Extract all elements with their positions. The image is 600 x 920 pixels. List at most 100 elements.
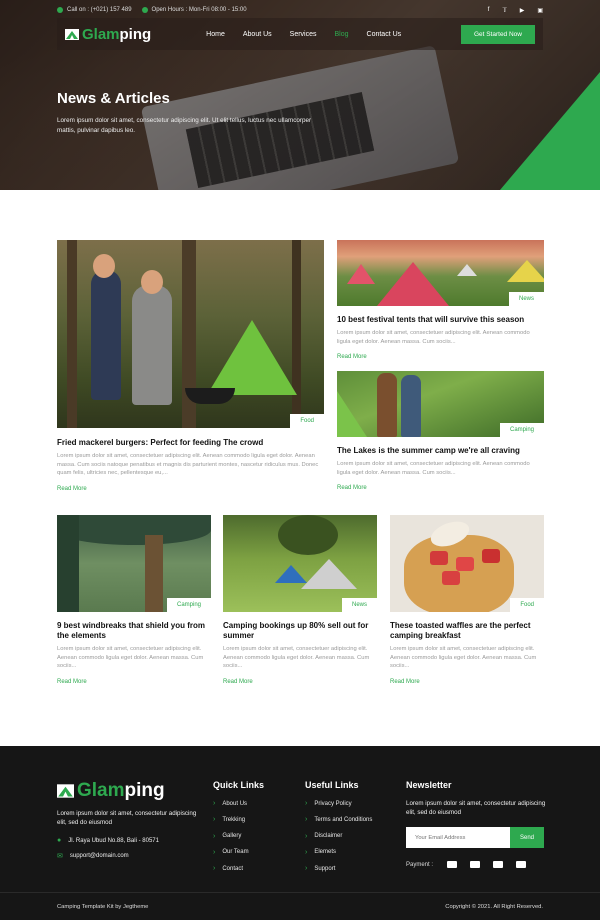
- footer-link-label: Our Team: [222, 849, 249, 856]
- post-card-big[interactable]: Food Fried mackerel burgers: Perfect for…: [57, 240, 324, 492]
- chevron-right-icon: ›: [305, 800, 308, 807]
- post-excerpt: Lorem ipsum dolor sit amet, consectetuer…: [57, 646, 204, 670]
- footer-link-support[interactable]: › Support: [305, 865, 372, 872]
- read-more-link[interactable]: Read More: [390, 679, 544, 685]
- footer-link-terms[interactable]: › Terms and Conditions: [305, 816, 372, 823]
- post-tag-news[interactable]: News: [341, 598, 377, 612]
- useful-links-heading: Useful Links: [305, 780, 359, 790]
- logo-text-glam: Glam: [77, 780, 125, 801]
- footer-link-trekking[interactable]: › Trekking: [213, 816, 264, 823]
- chevron-right-icon: ›: [305, 832, 308, 840]
- footer-quick-links: Quick Links › About Us › Trekking › Gallery…: [213, 780, 264, 881]
- post-title[interactable]: The Lakes is the summer camp we're all c…: [337, 446, 544, 456]
- page-title: News & Articles: [57, 90, 170, 107]
- footer-address-text: Jl. Raya Ubud No.88, Bali - 80571: [68, 837, 159, 844]
- footer-link-label: Trekking: [222, 816, 246, 823]
- post-tag-food[interactable]: Food: [510, 598, 544, 612]
- footer-email[interactable]: ✉ support@domain.com: [57, 852, 197, 860]
- newsletter-form: Send: [406, 827, 546, 848]
- footer-logo[interactable]: Glam ping: [57, 780, 197, 802]
- post-tag-camping[interactable]: Camping: [499, 423, 544, 437]
- read-more-link[interactable]: Read More: [337, 354, 544, 360]
- phone-icon: [57, 7, 63, 13]
- footer-link-label: Elemets: [314, 849, 337, 856]
- post-image-bbq[interactable]: Food: [57, 240, 324, 428]
- post-card-row-2[interactable]: News Camping bookings up 80% sell out fo…: [223, 515, 377, 685]
- footer-link-label: Support: [314, 865, 336, 872]
- post-title[interactable]: 10 best festival tents that will survive…: [337, 315, 544, 325]
- read-more-link[interactable]: Read More: [223, 679, 377, 685]
- post-card-row-1[interactable]: Camping 9 best windbreaks that shield yo…: [57, 515, 211, 685]
- tent-logo-icon: [65, 28, 79, 40]
- amex-icon: [493, 861, 504, 868]
- newsletter-description: Lorem ipsum dolor sit amet, consectetur …: [406, 800, 546, 816]
- logo-text-glam: Glam: [82, 25, 120, 43]
- footer-link-privacy[interactable]: › Privacy Policy: [305, 800, 372, 807]
- nav-item-blog[interactable]: Blog: [335, 31, 349, 38]
- chevron-right-icon: ›: [213, 800, 216, 807]
- post-tag-news[interactable]: News: [508, 292, 544, 306]
- footer-link-disclaimer[interactable]: › Disclaimer: [305, 833, 372, 840]
- post-title[interactable]: These toasted waffles are the perfect ca…: [390, 621, 544, 641]
- nav-menu: Home About Us Services Blog Contact Us: [206, 31, 401, 38]
- topbar: Call on : (+021) 157 489 Open Hours : Mo…: [57, 4, 543, 16]
- instagram-icon[interactable]: ▣: [537, 7, 543, 14]
- footer-useful-links: Useful Links › Privacy Policy › Terms and …: [305, 780, 372, 881]
- read-more-link[interactable]: Read More: [57, 679, 211, 685]
- post-title[interactable]: 9 best windbreaks that shield you from t…: [57, 621, 211, 641]
- post-tag-camping[interactable]: Camping: [166, 598, 211, 612]
- post-excerpt: Lorem ipsum dolor sit amet, consectetuer…: [337, 461, 530, 476]
- footer-link-team[interactable]: › Our Team: [213, 849, 264, 856]
- nav-item-contact[interactable]: Contact Us: [367, 31, 402, 38]
- footer-link-label: Disclaimer: [314, 833, 343, 840]
- post-excerpt: Lorem ipsum dolor sit amet, consectetuer…: [390, 646, 537, 670]
- site-logo[interactable]: Glam ping: [65, 26, 151, 43]
- post-title[interactable]: Fried mackerel burgers: Perfect for feed…: [57, 438, 324, 448]
- post-title[interactable]: Camping bookings up 80% sell out for sum…: [223, 621, 377, 641]
- post-tag-food[interactable]: Food: [290, 414, 324, 428]
- post-image-campsite[interactable]: News: [223, 515, 377, 612]
- main-navigation: Glam ping Home About Us Services Blog Con…: [57, 18, 543, 50]
- newsletter-email-input[interactable]: [406, 827, 510, 848]
- footer-link-label: Gallery: [222, 833, 242, 840]
- nav-item-about[interactable]: About Us: [243, 31, 272, 38]
- chevron-right-icon: ›: [213, 816, 216, 824]
- topbar-hours: Open Hours : Mon-Fri 08:00 - 15:00: [141, 7, 247, 13]
- read-more-link[interactable]: Read More: [337, 485, 544, 491]
- chevron-right-icon: ›: [213, 832, 216, 840]
- footer-link-label: Contact: [222, 865, 244, 872]
- facebook-icon[interactable]: f: [488, 7, 490, 14]
- nav-item-home[interactable]: Home: [206, 31, 225, 38]
- payment-methods: Payment :: [406, 861, 546, 868]
- post-card-row-3[interactable]: Food These toasted waffles are the perfe…: [390, 515, 544, 685]
- footer-newsletter: Newsletter Lorem ipsum dolor sit amet, c…: [406, 780, 546, 868]
- newsletter-send-button[interactable]: Send: [510, 827, 544, 848]
- topbar-phone[interactable]: Call on : (+021) 157 489: [57, 7, 132, 13]
- twitter-icon[interactable]: 𝕋: [502, 7, 506, 14]
- payment-label: Payment :: [406, 861, 434, 868]
- post-card-side-2[interactable]: Camping The Lakes is the summer camp we'…: [337, 371, 544, 491]
- youtube-icon[interactable]: ▶: [520, 7, 525, 14]
- read-more-link[interactable]: Read More: [57, 486, 324, 492]
- post-image-waffles[interactable]: Food: [390, 515, 544, 612]
- tent-logo-icon: [57, 784, 74, 798]
- post-image-windbreak[interactable]: Camping: [57, 515, 211, 612]
- post-card-side-1[interactable]: News 10 best festival tents that will su…: [337, 240, 544, 360]
- chevron-right-icon: ›: [305, 865, 308, 873]
- newsletter-heading: Newsletter: [406, 780, 452, 790]
- footer-link-gallery[interactable]: › Gallery: [213, 833, 264, 840]
- footer-link-contact[interactable]: › Contact: [213, 865, 264, 872]
- footer-link-about[interactable]: › About Us: [213, 800, 264, 807]
- social-links: f 𝕋 ▶ ▣: [488, 7, 543, 14]
- site-footer: Glam ping Lorem ipsum dolor sit amet, con…: [0, 746, 600, 920]
- post-image-hikers[interactable]: Camping: [337, 371, 544, 437]
- logo-text-ping: ping: [124, 780, 165, 801]
- footer-about: Glam ping Lorem ipsum dolor sit amet, con…: [57, 780, 197, 860]
- location-pin-icon: ●: [57, 837, 62, 844]
- footer-link-elements[interactable]: › Elemets: [305, 849, 372, 856]
- post-image-festival-tents[interactable]: News: [337, 240, 544, 306]
- footer-link-label: Privacy Policy: [314, 800, 352, 807]
- template-credit[interactable]: Camping Template Kit by Jegtheme: [57, 904, 148, 910]
- nav-item-services[interactable]: Services: [290, 31, 317, 38]
- get-started-button[interactable]: Get Started Now: [460, 24, 535, 44]
